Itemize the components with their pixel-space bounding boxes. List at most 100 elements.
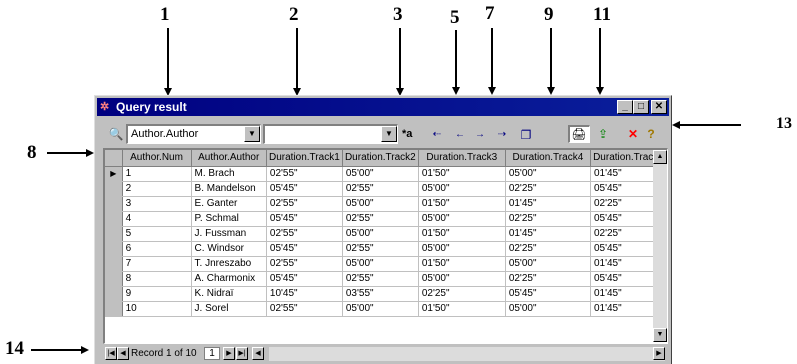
minimize-button[interactable]: _ xyxy=(617,100,633,114)
table-cell[interactable]: 01'50" xyxy=(418,226,506,242)
table-cell[interactable]: 05'00" xyxy=(505,166,591,182)
delete-icon[interactable]: ✕ xyxy=(624,125,642,143)
table-row[interactable]: 8 A. Charmonix 05'45" 02'55" 05'00" 02'25" 05'… xyxy=(105,271,667,287)
table-row[interactable]: ▶ 1 M. Brach 02'55" 05'00" 01'50" 05'00" 01'45" xyxy=(105,166,667,182)
table-cell[interactable]: 02'25" xyxy=(418,286,506,302)
print-icon[interactable]: 🖨 xyxy=(570,125,588,143)
find-prev-icon[interactable]: ← xyxy=(452,127,468,143)
table-cell[interactable]: 3 xyxy=(122,196,192,212)
table-cell[interactable]: 05'00" xyxy=(342,256,419,272)
column-header[interactable]: Duration.Track2 xyxy=(342,150,419,167)
find-text-button[interactable]: *a xyxy=(402,128,412,140)
table-cell[interactable]: J. Fussman xyxy=(191,226,267,242)
row-selector[interactable] xyxy=(105,301,123,317)
row-selector[interactable] xyxy=(105,226,123,242)
value-combo[interactable]: ▼ xyxy=(263,124,398,144)
table-cell[interactable]: P. Schmal xyxy=(191,211,267,227)
record-number-field[interactable]: 1 xyxy=(204,347,220,360)
field-combo[interactable]: Author.Author ▼ xyxy=(126,124,261,144)
table-cell[interactable]: 7 xyxy=(122,256,192,272)
table-cell[interactable]: 05'00" xyxy=(342,166,419,182)
scroll-down-button[interactable]: ▼ xyxy=(653,328,667,342)
table-cell[interactable]: 2 xyxy=(122,181,192,197)
table-cell[interactable]: 01'50" xyxy=(418,196,506,212)
prev-record-button[interactable]: ◀ xyxy=(117,347,129,360)
table-cell[interactable]: K. Nidraï xyxy=(191,286,267,302)
table-cell[interactable]: 02'55" xyxy=(342,271,419,287)
close-button[interactable]: ✕ xyxy=(651,100,667,114)
column-header[interactable]: Author.Num xyxy=(122,150,192,167)
scroll-right-button[interactable]: ▶ xyxy=(653,347,665,360)
table-cell[interactable]: B. Mandelson xyxy=(191,181,267,197)
horizontal-scrollbar[interactable]: ▶ xyxy=(269,347,665,361)
table-cell[interactable]: 02'55" xyxy=(342,241,419,257)
table-row[interactable]: 3 E. Ganter 02'55" 05'00" 01'50" 01'45" 02'25" xyxy=(105,196,667,212)
row-selector[interactable] xyxy=(105,211,123,227)
table-cell[interactable]: 05'45" xyxy=(266,271,343,287)
table-cell[interactable]: 5 xyxy=(122,226,192,242)
table-cell[interactable]: 02'25" xyxy=(505,181,591,197)
table-cell[interactable]: 05'00" xyxy=(418,241,506,257)
table-cell[interactable]: A. Charmonix xyxy=(191,271,267,287)
table-cell[interactable]: 9 xyxy=(122,286,192,302)
column-header[interactable]: Author.Author xyxy=(191,150,267,167)
table-cell[interactable]: 05'00" xyxy=(342,226,419,242)
table-cell[interactable]: 8 xyxy=(122,271,192,287)
table-cell[interactable]: 01'45" xyxy=(505,226,591,242)
table-cell[interactable]: 02'55" xyxy=(266,256,343,272)
table-cell[interactable]: 05'00" xyxy=(342,301,419,317)
table-cell[interactable]: E. Ganter xyxy=(191,196,267,212)
help-icon[interactable]: ? xyxy=(642,125,660,143)
table-row[interactable]: 9 K. Nidraï 10'45" 03'55" 02'25" 05'45" 01'45" xyxy=(105,286,667,302)
table-cell[interactable]: 02'55" xyxy=(266,196,343,212)
table-cell[interactable]: 02'55" xyxy=(266,226,343,242)
row-selector[interactable] xyxy=(105,256,123,272)
table-cell[interactable]: J. Sorel xyxy=(191,301,267,317)
copy-icon[interactable]: ❐ xyxy=(517,126,535,144)
row-selector[interactable] xyxy=(105,196,123,212)
chevron-down-icon[interactable]: ▼ xyxy=(244,126,260,142)
row-selector[interactable] xyxy=(105,241,123,257)
table-cell[interactable]: 01'50" xyxy=(418,301,506,317)
table-cell[interactable]: 05'00" xyxy=(418,271,506,287)
chevron-down-icon[interactable]: ▼ xyxy=(381,126,397,142)
table-cell[interactable]: C. Windsor xyxy=(191,241,267,257)
column-header[interactable]: Duration.Track3 xyxy=(418,150,506,167)
column-header[interactable]: Duration.Track1 xyxy=(266,150,343,167)
table-cell[interactable]: 4 xyxy=(122,211,192,227)
table-cell[interactable]: 03'55" xyxy=(342,286,419,302)
table-cell[interactable]: 05'00" xyxy=(342,196,419,212)
table-cell[interactable]: 02'55" xyxy=(342,181,419,197)
table-cell[interactable]: 05'00" xyxy=(418,211,506,227)
table-cell[interactable]: 05'00" xyxy=(418,181,506,197)
next-record-button[interactable]: ▶ xyxy=(223,347,235,360)
find-next-icon[interactable]: → xyxy=(472,127,488,143)
table-cell[interactable]: 02'25" xyxy=(505,241,591,257)
table-cell[interactable]: 01'45" xyxy=(505,196,591,212)
table-cell[interactable]: 01'50" xyxy=(418,256,506,272)
table-cell[interactable]: 1 xyxy=(122,166,192,182)
filter-icon[interactable]: 🔍 xyxy=(107,125,125,143)
table-cell[interactable]: M. Brach xyxy=(191,166,267,182)
scroll-up-button[interactable]: ▲ xyxy=(653,150,667,164)
table-cell[interactable]: 02'25" xyxy=(505,271,591,287)
table-cell[interactable]: T. Jnreszabo xyxy=(191,256,267,272)
table-cell[interactable]: 05'45" xyxy=(505,286,591,302)
table-cell[interactable]: 02'55" xyxy=(266,301,343,317)
last-record-button[interactable]: ▶| xyxy=(236,347,248,360)
table-cell[interactable]: 05'00" xyxy=(505,301,591,317)
table-cell[interactable]: 05'00" xyxy=(505,256,591,272)
table-cell[interactable]: 05'45" xyxy=(266,181,343,197)
row-selector[interactable] xyxy=(105,181,123,197)
table-row[interactable]: 4 P. Schmal 05'45" 02'55" 05'00" 02'25" 05'45" xyxy=(105,211,667,227)
table-cell[interactable]: 02'25" xyxy=(505,211,591,227)
table-row[interactable]: 10 J. Sorel 02'55" 05'00" 01'50" 05'00" 01'45" xyxy=(105,301,667,317)
table-row[interactable]: 2 B. Mandelson 05'45" 02'55" 05'00" 02'25" 05'… xyxy=(105,181,667,197)
table-cell[interactable]: 10 xyxy=(122,301,192,317)
table-cell[interactable]: 05'45" xyxy=(266,241,343,257)
new-record-button[interactable]: ◀ xyxy=(252,347,264,360)
table-cell[interactable]: 10'45" xyxy=(266,286,343,302)
find-last-icon[interactable]: ⇢ xyxy=(494,127,510,143)
export-icon[interactable]: ⇪ xyxy=(594,125,612,143)
table-row[interactable]: 5 J. Fussman 02'55" 05'00" 01'50" 01'45" 02'25… xyxy=(105,226,667,242)
